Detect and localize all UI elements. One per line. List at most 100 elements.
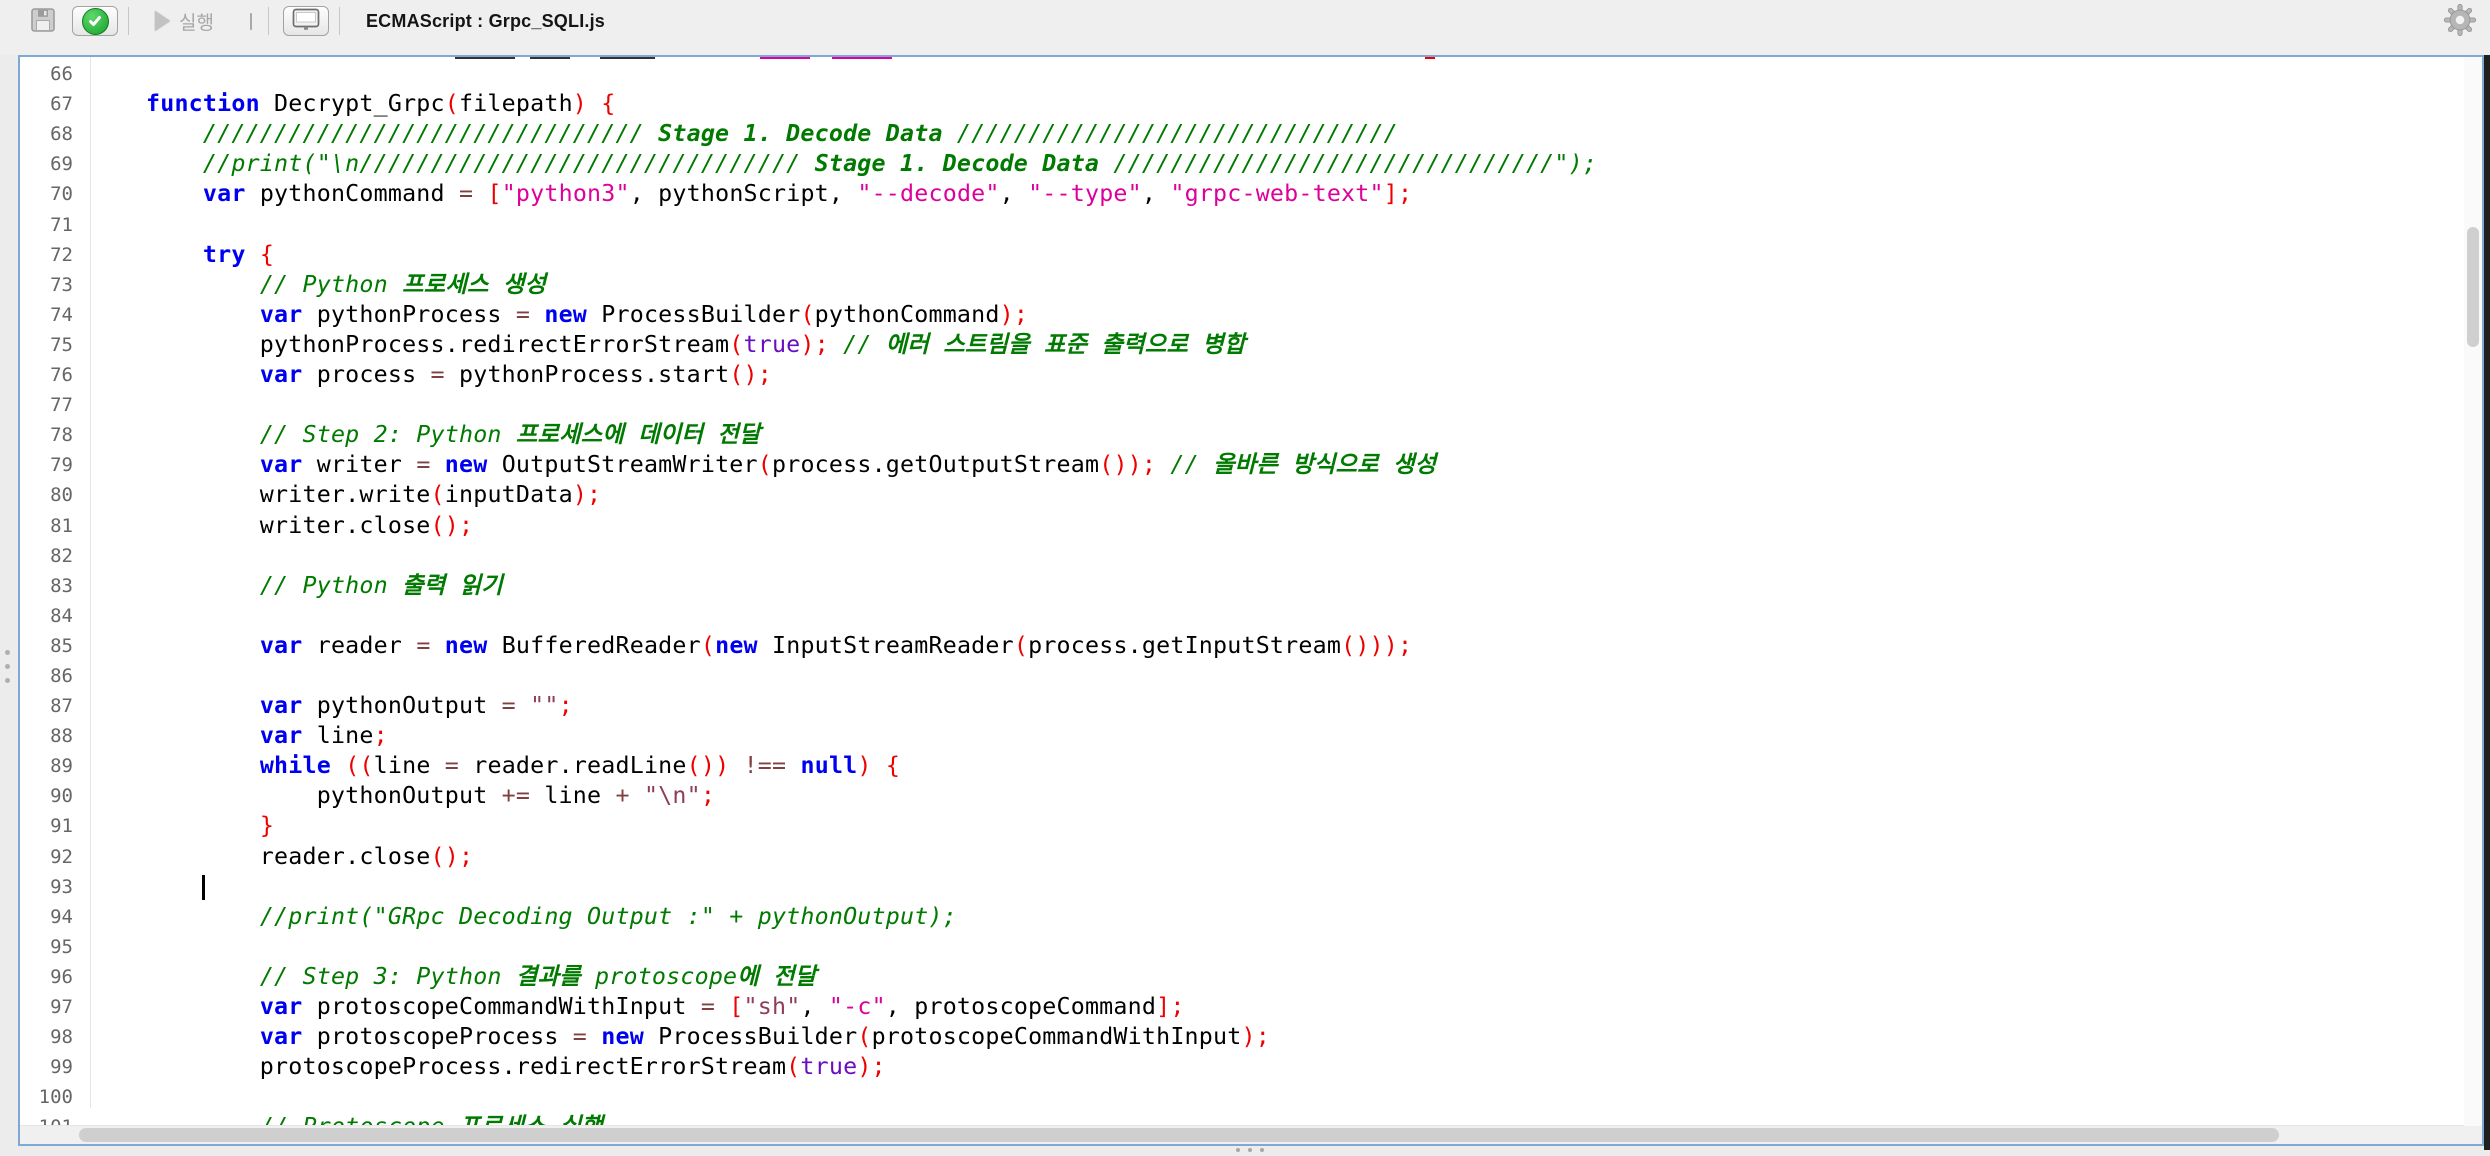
code-line: 83 // Python 출력 읽기 — [20, 571, 1597, 601]
line-number: 99 — [50, 1056, 73, 1079]
code-line-text: var writer = new OutputStreamWriter(proc… — [259, 451, 1437, 479]
code-line: 79 var writer = new OutputStreamWriter(p… — [20, 450, 1597, 480]
scrollbar-corner — [2464, 1126, 2482, 1144]
code-line-text: var pythonProcess = new ProcessBuilder(p… — [259, 300, 1029, 328]
line-number: 84 — [50, 604, 73, 627]
gear-icon — [2443, 3, 2477, 40]
horizontal-scrollbar-thumb[interactable] — [79, 1128, 2279, 1142]
toolbar-inner: 실행 ECMAScript : Grpc_SQLI.js — [0, 1, 2490, 41]
line-number: 100 — [38, 1086, 73, 1109]
code-line-text: while ((line = reader.readLine()) !== nu… — [259, 752, 901, 780]
code-line: 93 — [20, 872, 1597, 902]
vertical-scrollbar-thumb[interactable] — [2467, 227, 2479, 347]
code-line: 90 pythonOutput += line + "\n"; — [20, 781, 1597, 811]
stop-icon — [249, 12, 252, 30]
line-number: 87 — [50, 695, 73, 718]
code-line-text: function Decrypt_Grpc(filepath) { — [146, 90, 616, 118]
code-rows: 66 67 function Decrypt_Grpc(filepath) {68 … — [20, 57, 1597, 1126]
code-line: 95 — [20, 932, 1597, 962]
code-line: 74 var pythonProcess = new ProcessBuilde… — [20, 300, 1597, 330]
line-number: 74 — [50, 303, 73, 326]
stop-button[interactable] — [244, 12, 258, 30]
toolbar-separator — [338, 7, 340, 35]
horizontal-scrollbar[interactable] — [20, 1125, 2464, 1144]
code-line: 69 //print("\n//////////////////////////… — [20, 149, 1597, 179]
line-number: 101 — [20, 1112, 73, 1126]
script-title: ECMAScript : Grpc_SQLI.js — [365, 10, 606, 31]
window-right-edge — [2484, 55, 2490, 1150]
line-number: 72 — [50, 243, 73, 266]
line-number: 91 — [50, 815, 73, 838]
code-line-text: writer.close(); — [146, 511, 474, 539]
code-line-text: //print("\n/////////////////////////////… — [202, 150, 1598, 178]
code-editor-pane[interactable]: 66 67 function Decrypt_Grpc(filepath) {68 … — [18, 55, 2484, 1146]
code-area[interactable]: 66 67 function Decrypt_Grpc(filepath) {68 … — [20, 57, 2464, 1126]
line-number: 71 — [50, 213, 73, 236]
play-icon — [155, 11, 170, 31]
code-line-text: var protoscopeCommandWithInput = ["sh", … — [259, 993, 1185, 1020]
code-line-text: reader.close(); — [146, 842, 474, 870]
line-number: 81 — [50, 514, 73, 537]
run-button[interactable]: 실행 — [149, 7, 220, 36]
code-line: 96 // Step 3: Python 결과를 protoscope에 전달 — [20, 962, 1597, 992]
line-number: 98 — [50, 1026, 73, 1049]
code-line: 80 writer.write(inputData); — [20, 480, 1597, 510]
console-monitor-icon — [292, 8, 320, 35]
text-caret — [202, 874, 205, 900]
line-number: 88 — [50, 725, 73, 748]
line-number: 79 — [50, 454, 73, 477]
bottom-splitter-grip[interactable] — [1236, 1148, 1264, 1152]
run-button-label: 실행 — [179, 12, 214, 34]
code-line-text: var pythonCommand = ["python3", pythonSc… — [202, 180, 1413, 208]
code-line-text: pythonProcess.redirectErrorStream(true);… — [146, 330, 1246, 358]
save-button[interactable] — [28, 6, 58, 36]
code-line: 70 var pythonCommand = ["python3", pytho… — [20, 179, 1597, 209]
toolbar-separator — [128, 7, 129, 35]
code-line: 73 // Python 프로세스 생성 — [20, 270, 1597, 300]
save-icon — [30, 7, 56, 36]
code-line-text: // Protoscope 프로세스 실행 — [146, 1112, 603, 1126]
enable-script-button[interactable] — [72, 6, 118, 36]
code-line-text: // Step 3: Python 결과를 protoscope에 전달 — [259, 962, 817, 990]
left-splitter-grip[interactable] — [5, 650, 10, 683]
code-line: 75 pythonProcess.redirectErrorStream(tru… — [20, 330, 1597, 360]
code-line: 88 var line; — [20, 721, 1597, 751]
code-line-text: // Python 출력 읽기 — [259, 571, 503, 599]
code-line: 99 protoscopeProcess.redirectErrorStream… — [20, 1052, 1597, 1082]
line-number: 73 — [50, 273, 73, 296]
code-line: 82 — [20, 541, 1597, 571]
line-number: 97 — [50, 996, 73, 1018]
vertical-scrollbar[interactable] — [2464, 57, 2482, 1126]
code-line-text: var line; — [259, 722, 388, 750]
code-line-text: var protoscopeProcess = new ProcessBuild… — [259, 1023, 1270, 1051]
line-number: 80 — [50, 484, 73, 507]
code-line: 84 — [20, 601, 1597, 631]
line-number: 92 — [50, 845, 73, 868]
code-line: 87 var pythonOutput = ""; — [20, 691, 1597, 721]
script-console-window: 실행 ECMAScript : Grpc_SQLI.js 66 67 funct… — [0, 0, 2490, 1156]
code-line-text: // Python 프로세스 생성 — [259, 270, 547, 298]
line-number: 67 — [50, 93, 73, 116]
line-number: 76 — [50, 364, 73, 387]
code-line-text: var process = pythonProcess.start(); — [259, 361, 773, 389]
code-line: 101 // Protoscope 프로세스 실행 — [20, 1112, 1597, 1126]
code-line-text: writer.write(inputData); — [146, 481, 602, 509]
line-number: 86 — [50, 664, 73, 687]
line-number: 82 — [50, 544, 73, 567]
line-number: 75 — [50, 333, 73, 356]
code-line: 86 — [20, 661, 1597, 691]
code-line-text: var reader = new BufferedReader(new Inpu… — [259, 631, 1413, 659]
code-line: 100 — [20, 1082, 1597, 1112]
code-line: 78 // Step 2: Python 프로세스에 데이터 전달 — [20, 420, 1597, 450]
code-line: 92 reader.close(); — [20, 842, 1597, 872]
code-line-text: pythonOutput += line + "\n"; — [146, 782, 716, 810]
code-line: 68 /////////////////////////////// Stage… — [20, 119, 1597, 149]
code-line: 89 while ((line = reader.readLine()) !==… — [20, 751, 1597, 781]
code-line-text: //print("GRpc Decoding Output :" + pytho… — [259, 902, 957, 930]
gutter-separator — [90, 57, 91, 1108]
code-line-text: protoscopeProcess.redirectErrorStream(tr… — [146, 1053, 886, 1081]
console-toggle-button[interactable] — [282, 6, 329, 36]
code-line: 71 — [20, 210, 1597, 240]
options-button[interactable] — [2442, 3, 2478, 39]
line-number: 89 — [50, 755, 73, 778]
